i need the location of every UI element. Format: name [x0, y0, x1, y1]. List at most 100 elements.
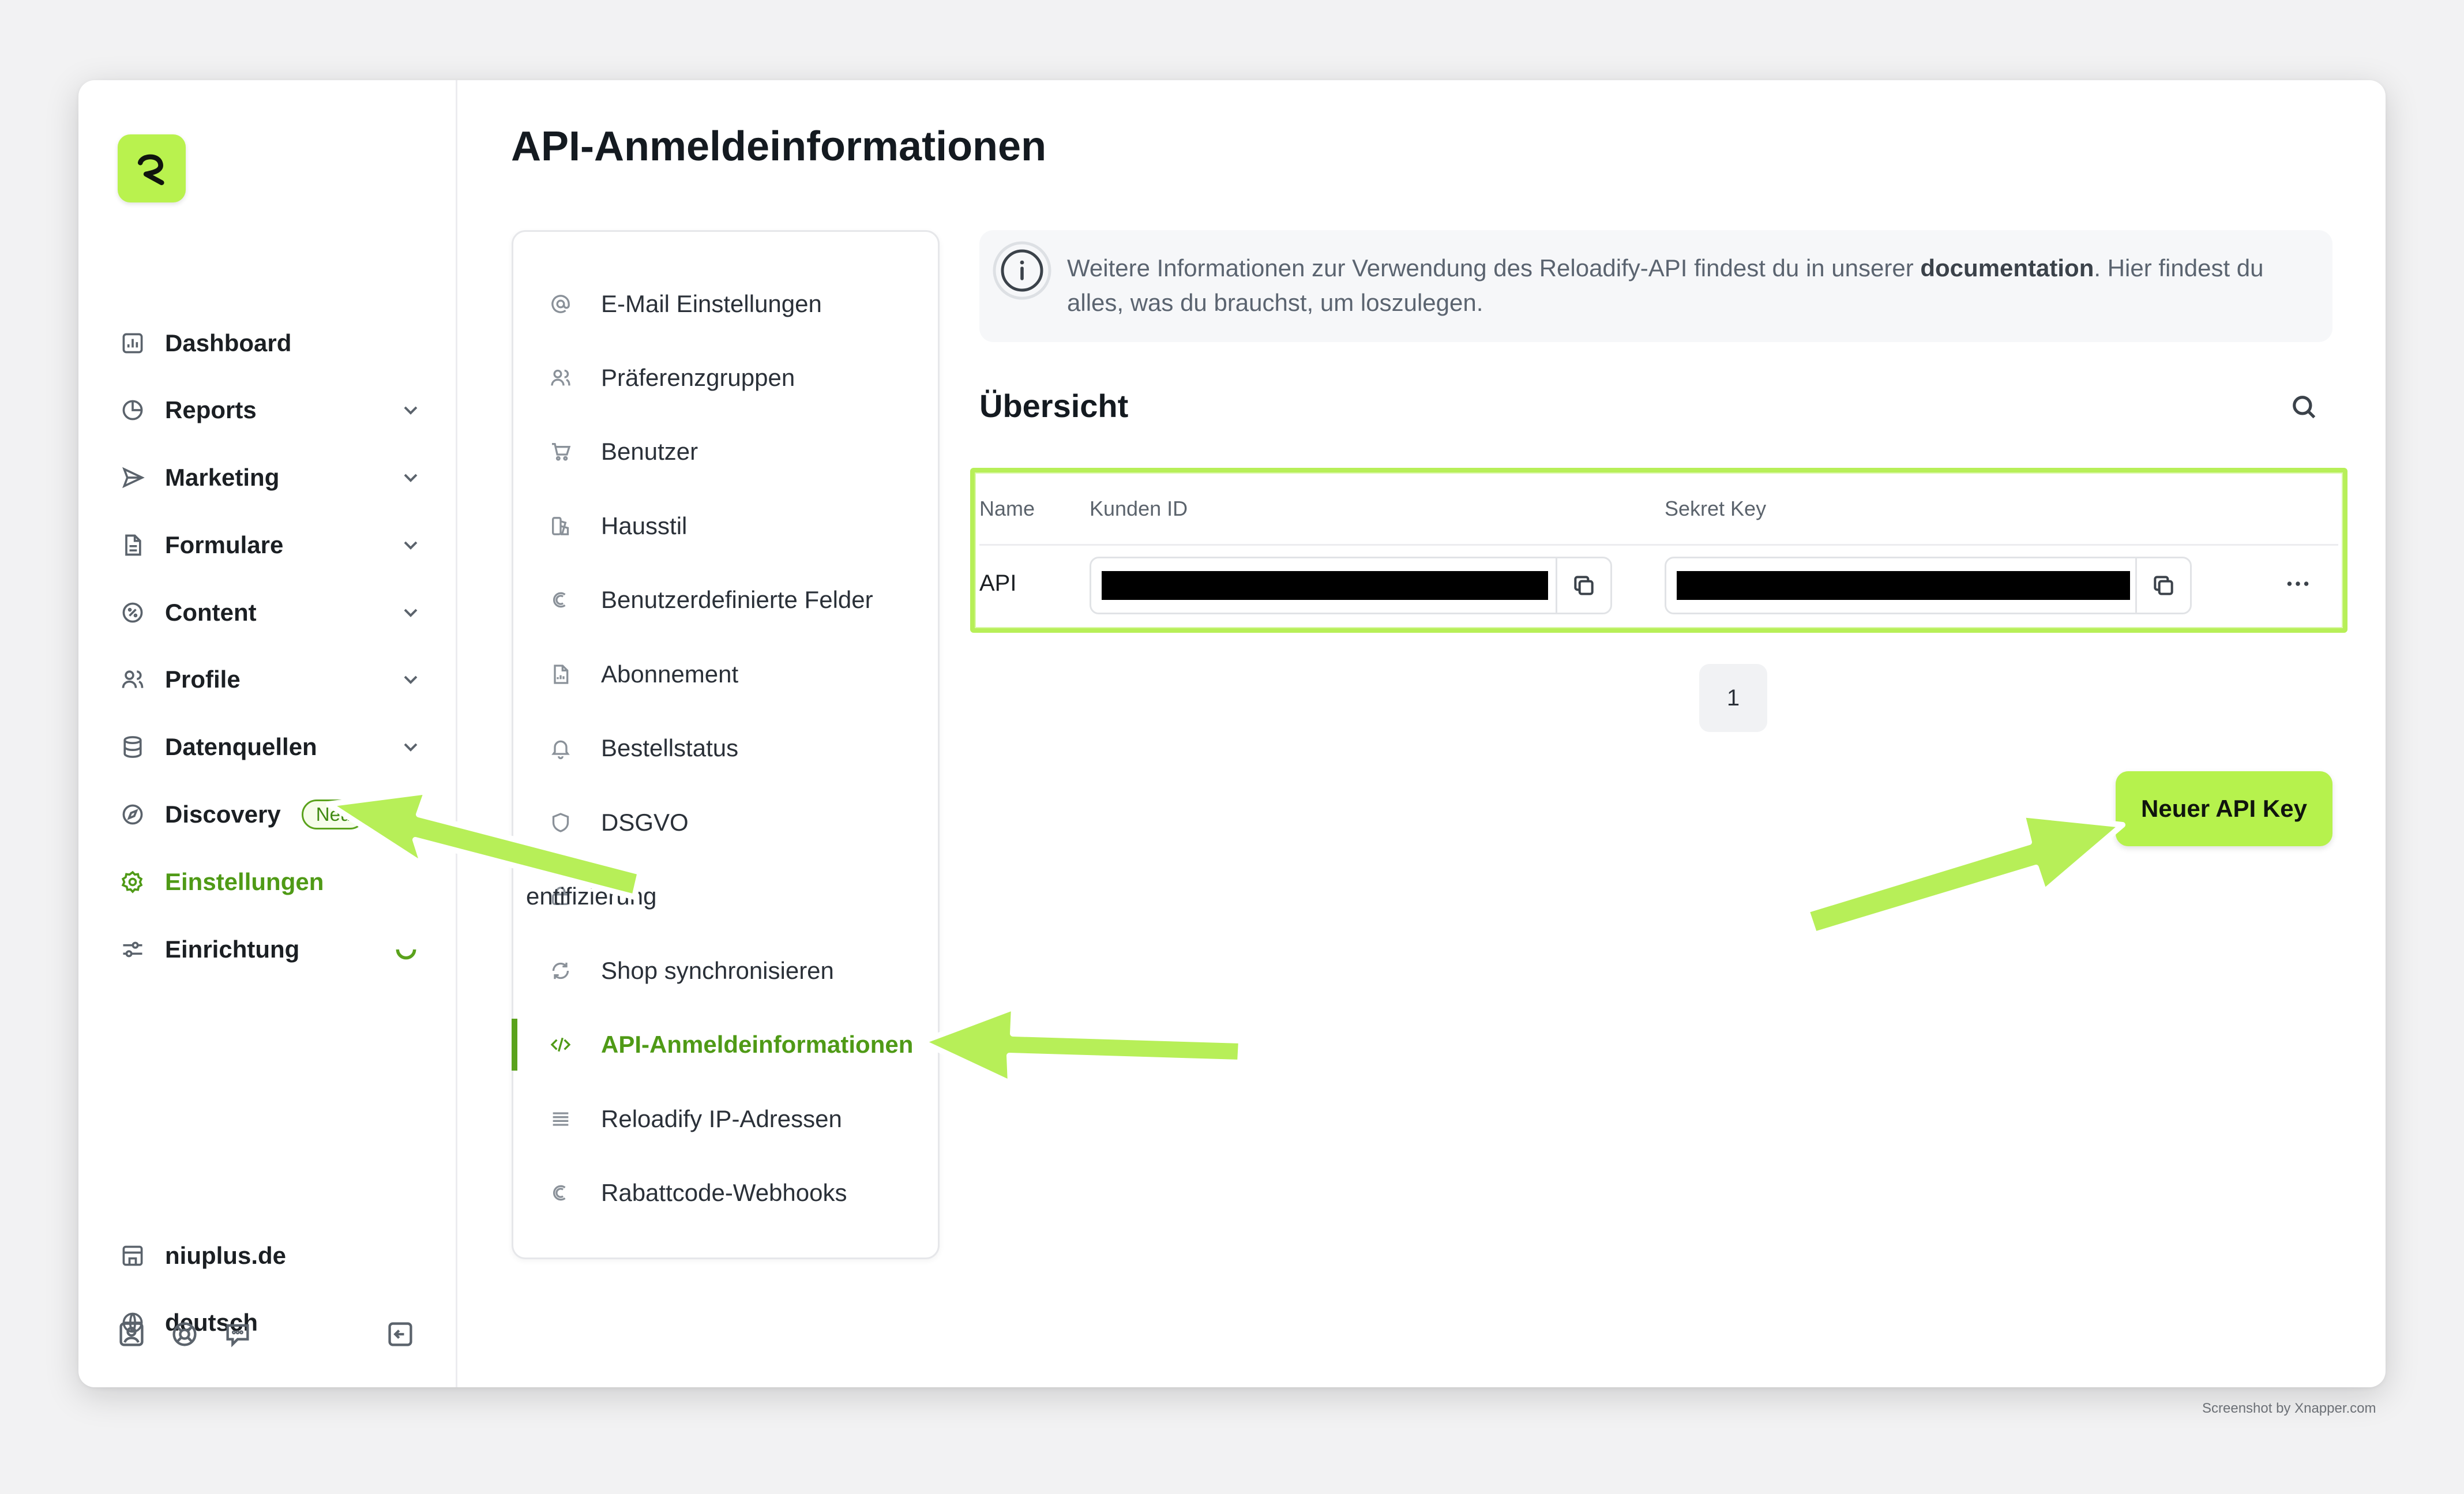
submenu-item-house-style[interactable]: Hausstil: [513, 500, 938, 552]
sidebar-item-profile[interactable]: Profile: [119, 656, 422, 703]
submenu-label: Hausstil: [601, 512, 688, 539]
sidebar-item-discovery[interactable]: Discovery Neu: [119, 791, 422, 838]
secret-key-field[interactable]: [1665, 557, 2192, 614]
sidebar-item-label: Discovery: [165, 801, 281, 828]
more-horizontal-icon: [2287, 581, 2309, 586]
sidebar-item-einrichtung[interactable]: Einrichtung: [119, 926, 422, 973]
copy-secret-key-button[interactable]: [2135, 558, 2190, 613]
sidebar-item-label: Dashboard: [165, 329, 292, 356]
users-icon: [119, 666, 147, 693]
app-window: Dashboard Reports Marketing Formulare Co…: [78, 80, 2386, 1387]
chevron-down-icon[interactable]: [399, 399, 422, 422]
pagination-page[interactable]: 1: [1699, 664, 1767, 732]
submenu-item-users[interactable]: Benutzer: [513, 426, 938, 478]
redacted-value: [1677, 571, 2130, 600]
sidebar: Dashboard Reports Marketing Formulare Co…: [78, 80, 457, 1387]
api-keys-table: Name Kunden ID Sekret Key API: [970, 468, 2347, 633]
sidebar-item-datenquellen[interactable]: Datenquellen: [119, 724, 422, 770]
sidebar-item-label: Reports: [165, 396, 257, 423]
customer-id-field[interactable]: [1090, 557, 1612, 614]
submenu-label: entifizierung: [526, 883, 657, 910]
submenu-label: Benutzerdefinierte Felder: [601, 586, 873, 613]
settings-submenu: E-Mail Einstellungen Präferenzgruppen Be…: [512, 230, 940, 1259]
collapse-sidebar-icon[interactable]: [385, 1319, 418, 1352]
documentation-link[interactable]: documentation: [1920, 254, 2094, 281]
new-badge: Neu: [301, 799, 366, 829]
submenu-item-ip-addresses[interactable]: Reloadify IP-Adressen: [513, 1093, 938, 1145]
help-buoy-icon[interactable]: [170, 1319, 202, 1352]
send-icon: [119, 464, 147, 491]
row-name: API: [979, 570, 1017, 596]
submenu-label: E-Mail Einstellungen: [601, 290, 822, 317]
copy-customer-id-button[interactable]: [1556, 558, 1610, 613]
submenu-item-subscription[interactable]: Abonnement: [513, 648, 938, 700]
submenu-label: Rabattcode-Webhooks: [601, 1179, 847, 1206]
sidebar-item-label: Marketing: [165, 464, 280, 491]
overview-title: Übersicht: [979, 388, 1129, 424]
sliders-icon: [119, 936, 147, 963]
palette-icon: [548, 513, 573, 539]
submenu-item-dsgvo[interactable]: DSGVO: [513, 797, 938, 849]
sidebar-item-dashboard[interactable]: Dashboard: [119, 320, 422, 366]
sidebar-item-label: Profile: [165, 666, 241, 693]
info-text: Weitere Informationen zur Verwendung des…: [1067, 251, 2304, 320]
chevron-down-icon[interactable]: [399, 668, 422, 691]
info-icon: [993, 241, 1051, 300]
submenu-label: Reloadify IP-Adressen: [601, 1105, 842, 1132]
gear-icon: [119, 868, 147, 896]
submenu-label: Shop synchronisieren: [601, 957, 834, 984]
shop-name: niuplus.de: [165, 1242, 286, 1269]
submenu-item-order-status[interactable]: Bestellstatus: [513, 722, 938, 774]
sidebar-item-label: Content: [165, 599, 257, 626]
chat-icon[interactable]: [223, 1319, 255, 1352]
new-api-key-button[interactable]: Neuer API Key: [2116, 771, 2332, 846]
sidebar-item-label: Einrichtung: [165, 936, 300, 963]
submenu-item-email-settings[interactable]: E-Mail Einstellungen: [513, 278, 938, 330]
submenu-item-api-credentials[interactable]: API-Anmeldeinformationen: [512, 1019, 938, 1071]
document-icon: [119, 531, 147, 559]
account-icon[interactable]: [117, 1319, 149, 1352]
chevron-down-icon[interactable]: [399, 466, 422, 489]
store-icon: [119, 1242, 147, 1270]
chevron-down-icon[interactable]: [399, 601, 422, 624]
logo-icon: [137, 154, 164, 185]
custom-icon: [548, 1180, 573, 1206]
submenu-label: API-Anmeldeinformationen: [601, 1031, 914, 1058]
compass-icon: [119, 801, 147, 828]
submenu-item-discount-webhooks[interactable]: Rabattcode-Webhooks: [513, 1167, 938, 1219]
submenu-item-authentication[interactable]: entifizierung: [513, 870, 938, 922]
submenu-label: Bestellstatus: [601, 734, 739, 761]
sidebar-item-label: Formulare: [165, 531, 284, 558]
sidebar-item-marketing[interactable]: Marketing: [119, 455, 422, 501]
sidebar-footer-icons: [117, 1319, 276, 1352]
submenu-item-preference-groups[interactable]: Präferenzgruppen: [513, 352, 938, 404]
chevron-down-icon[interactable]: [399, 803, 422, 826]
page-title: API-Anmeldeinformationen: [511, 123, 1047, 170]
info-text-part: Weitere Informationen zur Verwendung des…: [1067, 254, 1921, 281]
chevron-down-icon[interactable]: [399, 735, 422, 759]
table-divider: [979, 544, 2338, 546]
sidebar-item-einstellungen[interactable]: Einstellungen: [119, 859, 422, 905]
at-icon: [548, 291, 573, 317]
search-button[interactable]: [2289, 392, 2323, 426]
submenu-item-shop-sync[interactable]: Shop synchronisieren: [513, 945, 938, 997]
sidebar-item-content[interactable]: Content: [119, 590, 422, 636]
copy-icon: [2154, 576, 2173, 595]
shield-icon: [548, 810, 573, 835]
submenu-label: Präferenzgruppen: [601, 364, 795, 391]
code-icon: [548, 1032, 573, 1057]
app-logo[interactable]: [118, 134, 186, 202]
bell-icon: [548, 735, 573, 761]
chevron-down-icon[interactable]: [399, 534, 422, 557]
users-icon: [548, 365, 573, 391]
list-icon: [548, 1106, 573, 1132]
sidebar-item-formulare[interactable]: Formulare: [119, 522, 422, 568]
row-actions-button[interactable]: [2275, 564, 2321, 604]
info-banner: Weitere Informationen zur Verwendung des…: [979, 230, 2332, 342]
bar-chart-icon: [119, 329, 147, 357]
sidebar-item-reports[interactable]: Reports: [119, 387, 422, 433]
submenu-item-custom-fields[interactable]: Benutzerdefinierte Felder: [513, 574, 938, 626]
cart-icon: [548, 439, 573, 464]
refresh-icon: [548, 958, 573, 984]
shop-selector[interactable]: niuplus.de: [119, 1233, 422, 1279]
